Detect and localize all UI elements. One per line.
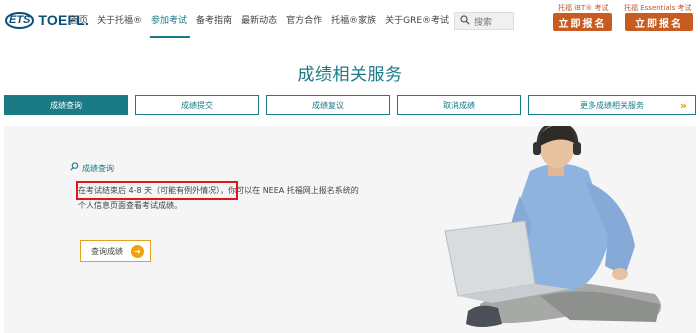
register-essentials-button[interactable]: 立即报名 <box>625 13 693 31</box>
header: ETS TOEFL. 首页 关于托福® 参加考试 备考指南 最新动态 官方合作 … <box>0 0 700 44</box>
nav-item-take-test[interactable]: 参加考试 <box>151 14 187 28</box>
main-nav: 首页 关于托福® 参加考试 备考指南 最新动态 官方合作 托福®家族 关于GRE… <box>70 14 458 28</box>
tab-score-send[interactable]: 成绩提交 <box>135 95 259 115</box>
essentials-test-link[interactable]: 托福 Essentials 考试 <box>624 3 691 13</box>
section-heading-label: 成绩查询 <box>82 163 114 173</box>
query-score-label: 查询成绩 <box>91 246 123 256</box>
query-score-button[interactable]: 查询成绩 ➜ <box>80 240 151 262</box>
ibt-test-link[interactable]: 托福 iBT® 考试 <box>558 3 608 13</box>
nav-item-about-gre[interactable]: 关于GRE®考试 <box>385 14 449 28</box>
nav-item-news[interactable]: 最新动态 <box>241 14 277 28</box>
nav-item-prep-guide[interactable]: 备考指南 <box>196 14 232 28</box>
nav-item-about-toefl[interactable]: 关于托福® <box>97 14 142 28</box>
arrow-right-icon: ➜ <box>131 245 144 258</box>
section-heading: 成绩查询 <box>70 162 114 174</box>
search-placeholder: 搜索 <box>474 17 493 28</box>
tab-cancel-score[interactable]: 取消成绩 <box>397 95 521 115</box>
score-info-line1: 在考试结束后 4-8 天（可能有例外情况），你可以在 NEEA 托福网上报名系统… <box>78 185 359 196</box>
logo-ets-text: ETS <box>5 11 35 29</box>
register-ibt-button[interactable]: 立即报名 <box>553 13 612 31</box>
search-input[interactable]: 搜索 <box>454 12 514 30</box>
tab-more-services[interactable]: 更多成绩相关服务 » <box>528 95 696 115</box>
score-info-line1-rest: ，你可以在 NEEA 托福网上报名系统的 <box>220 186 359 195</box>
search-icon <box>70 162 79 174</box>
tab-score-review[interactable]: 成绩复议 <box>266 95 390 115</box>
score-info-line2: 个人信息页面查看考试成绩。 <box>78 201 182 210</box>
tab-more-services-label: 更多成绩相关服务 <box>580 100 644 110</box>
nav-item-toefl-family[interactable]: 托福®家族 <box>331 14 376 28</box>
active-nav-underline <box>150 36 190 38</box>
nav-item-home[interactable]: 首页 <box>70 14 88 28</box>
double-chevron-right-icon: » <box>679 99 687 112</box>
score-service-tabs: 成绩查询 成绩提交 成绩复议 取消成绩 更多成绩相关服务 » <box>4 95 696 115</box>
tab-score-query[interactable]: 成绩查询 <box>4 95 128 115</box>
search-icon <box>460 14 470 28</box>
nav-item-partners[interactable]: 官方合作 <box>286 14 322 28</box>
page-title: 成绩相关服务 <box>297 65 403 85</box>
score-timing-highlight: 在考试结束后 4-8 天（可能有例外情况） <box>78 186 221 195</box>
student-laptop-illustration <box>444 126 662 327</box>
